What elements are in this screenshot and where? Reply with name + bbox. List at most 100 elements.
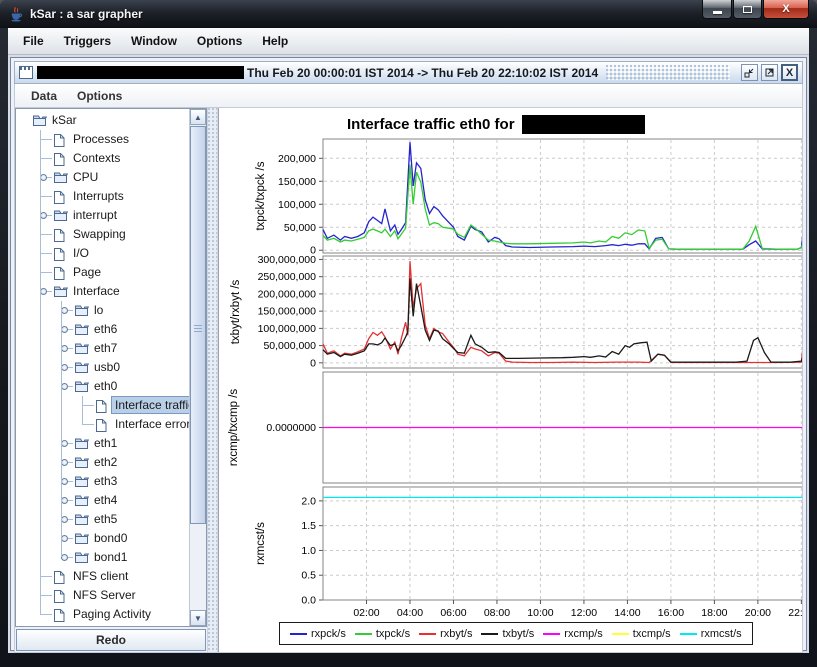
expand-handle-icon[interactable] [61,364,68,371]
tree-item-label: Contexts [70,150,123,166]
tree-item-bond1[interactable]: bond1 [16,548,189,567]
tree-item-interrupt[interactable]: interrupt [16,206,189,225]
chart-title: Interface traffic eth0 for [347,115,645,134]
expand-handle-icon[interactable] [40,174,47,181]
frame-close-button[interactable]: X [781,64,798,81]
tree-item-eth5[interactable]: eth5 [16,510,189,529]
tree-item-contexts[interactable]: Contexts [16,149,189,168]
y-tick-label: 100,000,000 [258,323,317,335]
tree-item-nfs-client[interactable]: NFS client [16,567,189,586]
tree-container: kSarProcessesContexts CPUInterruptsinterr… [15,108,207,627]
expand-handle-icon[interactable] [61,440,68,447]
y-tick-label: 100,000 [278,199,316,211]
legend-label: rxpck/s [311,628,346,640]
menu-file[interactable]: File [13,31,54,51]
tree-guide-line [40,234,52,235]
menu-help[interactable]: Help [252,31,298,51]
menu-triggers[interactable]: Triggers [54,31,121,51]
series-rxpck-s [323,142,802,249]
menu-window[interactable]: Window [121,31,187,51]
tree-item-usb0[interactable]: usb0 [16,358,189,377]
tree-item-bond0[interactable]: bond0 [16,529,189,548]
tree-guide-line [40,139,52,140]
legend-label: txcmp/s [633,628,671,640]
chart-panel: Interface traffic eth0 for 050,000100,00… [218,108,802,652]
expand-handle-icon[interactable] [61,345,68,352]
window-titlebar[interactable]: kSar : a sar grapher X [0,0,817,28]
internal-frame: Thu Feb 20 00:00:01 IST 2014 -> Thu Feb … [10,57,807,651]
tree-item-label: eth3 [91,473,120,489]
tree-item-label: Interface traffic [112,397,189,413]
legend-entry-rxbyt-s: rxbyt/s [419,628,472,640]
tree-item-swapping[interactable]: Swapping [16,225,189,244]
tree-item-interface-errors[interactable]: Interface errors [16,415,189,434]
expand-handle-icon[interactable] [61,459,68,466]
tree-guide-spine [40,130,41,614]
close-button[interactable]: X [763,0,809,19]
legend-swatch [419,633,436,635]
minimize-button[interactable] [702,0,732,19]
frame-minimize-icon [744,67,755,78]
tree-item-cpu[interactable]: CPU [16,168,189,187]
expand-handle-icon[interactable] [61,554,68,561]
tree-item-eth0[interactable]: eth0 [16,377,189,396]
collapse-handle-icon[interactable] [61,383,68,390]
tree-guide-line [40,196,52,197]
x-tick-label: 22:00 [788,607,802,619]
frame-minimize-button[interactable] [741,64,758,81]
menu-options[interactable]: Options [187,31,252,51]
maximize-icon [743,6,752,13]
expand-handle-icon[interactable] [61,326,68,333]
plot-border [323,487,802,600]
tree-item-eth7[interactable]: eth7 [16,339,189,358]
main-menubar: FileTriggersWindowOptionsHelp [8,28,809,55]
y-axis-label: txbyt/rxbyt /s [230,279,242,344]
scroll-down-button[interactable]: ▼ [190,610,206,626]
expand-handle-icon[interactable] [40,212,47,219]
tree-item-i-o[interactable]: I/O [16,244,189,263]
tree-item-label: eth7 [91,340,120,356]
tree-item-interrupts[interactable]: Interrupts [16,187,189,206]
tree-item-lo[interactable]: lo [16,301,189,320]
tree-item-interface-traffic[interactable]: Interface traffic [16,396,189,415]
tree-item-page[interactable]: Page [16,263,189,282]
expand-handle-icon[interactable] [61,307,68,314]
collapse-handle-icon[interactable] [40,288,47,295]
scroll-up-button[interactable]: ▲ [190,109,206,125]
tree-item-eth4[interactable]: eth4 [16,491,189,510]
tree-item-ksar[interactable]: kSar [16,111,189,130]
frame-maximize-button[interactable] [761,64,778,81]
frame-close-icon: X [786,67,793,79]
tree-item-processes[interactable]: Processes [16,130,189,149]
expand-handle-icon[interactable] [61,535,68,542]
tree-item-partial[interactable] [16,624,189,626]
maximize-button[interactable] [733,0,762,19]
ksar-window: kSar : a sar grapher X FileTriggersWindo… [0,0,817,667]
tree-item-interface[interactable]: Interface [16,282,189,301]
legend-entry-txcmp-s: txcmp/s [612,628,671,640]
tree-scrollbar[interactable]: ▲ ▼ [189,109,206,626]
tree-item-label: lo [91,302,106,318]
tree-item-nfs-server[interactable]: NFS Server [16,586,189,605]
tree-item-label: NFS Server [70,587,139,603]
split-pane-divider[interactable] [207,108,218,652]
y-tick-label: 200,000,000 [258,288,317,300]
redo-button[interactable]: Redo [16,629,206,651]
series-txpck-s [323,165,802,249]
tree-item-eth3[interactable]: eth3 [16,472,189,491]
frame-menu-data[interactable]: Data [21,87,67,105]
tree-item-paging-activity[interactable]: Paging Activity [16,605,189,624]
internal-frame-titlebar[interactable]: Thu Feb 20 00:00:01 IST 2014 -> Thu Feb … [14,61,803,84]
frame-menu-options[interactable]: Options [67,87,132,105]
tree-item-eth6[interactable]: eth6 [16,320,189,339]
x-tick-label: 08:00 [484,607,510,619]
tree-item-label: NFS client [70,568,131,584]
tree-item-eth2[interactable]: eth2 [16,453,189,472]
expand-handle-icon[interactable] [61,478,68,485]
tree-item-eth1[interactable]: eth1 [16,434,189,453]
x-tick-label: 14:00 [614,607,640,619]
scrollbar-thumb[interactable] [190,126,206,524]
expand-handle-icon[interactable] [61,497,68,504]
y-axis-label: rxmcst/s [255,522,267,565]
expand-handle-icon[interactable] [61,516,68,523]
